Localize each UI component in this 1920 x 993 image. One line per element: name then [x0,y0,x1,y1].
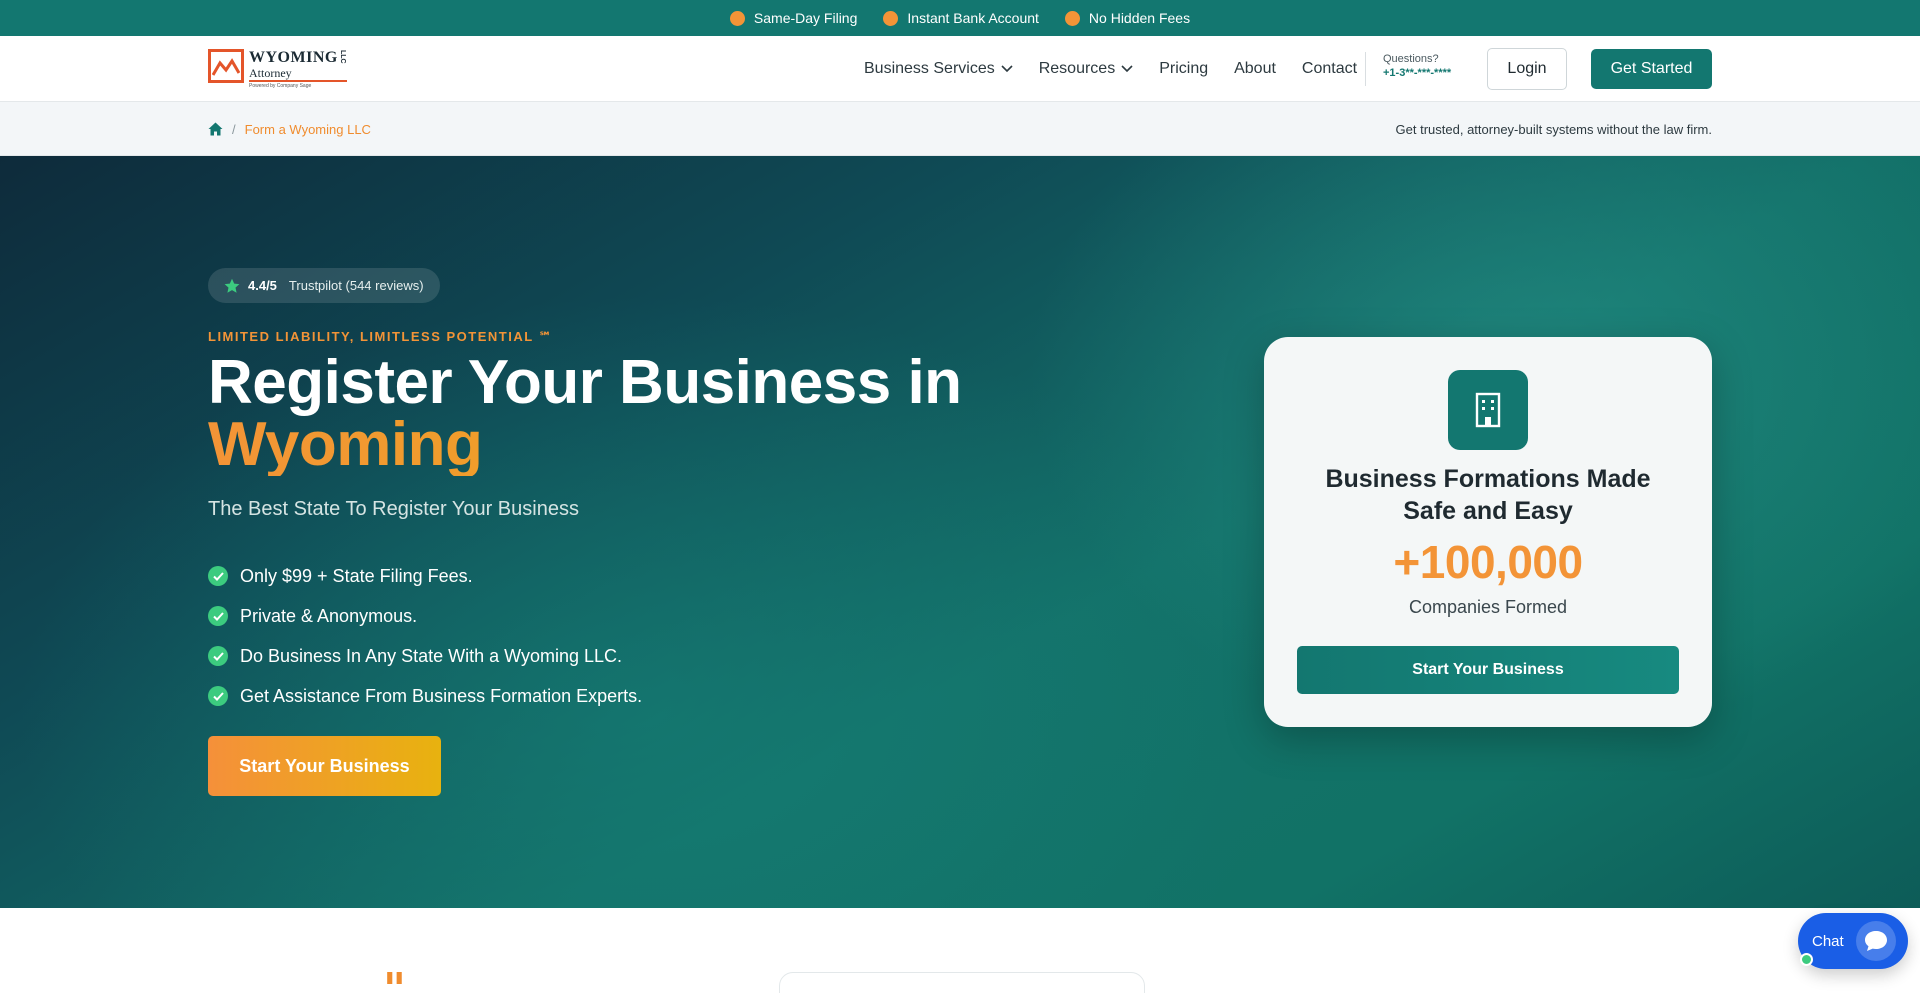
logo-title: WYOMING [249,49,338,66]
breadcrumb-separator: / [232,121,236,137]
benefit-item: Private & Anonymous. [208,596,642,636]
nav-label: Pricing [1159,60,1209,77]
login-button[interactable]: Login [1487,48,1567,90]
online-status-dot [1800,953,1813,966]
nav-label: Business Services [864,60,995,77]
site-logo[interactable]: WYOMING LLC Attorney Powered by Company … [208,47,348,91]
hero-subhead: The Best State To Register Your Business [208,498,579,520]
benefit-text: Get Assistance From Business Formation E… [240,685,643,706]
perk-same-day-filing: Same-Day Filing [729,10,858,26]
nav-pricing[interactable]: Pricing [1159,60,1208,78]
logo-tagline: Powered by Company Sage [249,83,312,89]
companies-formed-label: Companies Formed [1408,597,1568,617]
main-nav: Business Services Resources Pricing Abou… [864,36,1357,102]
get-started-button[interactable]: Get Started [1591,49,1712,89]
benefit-item: Only $99 + State Filing Fees. [208,556,642,596]
chat-bubble-icon [1855,921,1896,961]
logo-llc: LLC [339,50,346,64]
card-start-business-button[interactable]: Start Your Business [1297,646,1679,694]
benefit-text: Only $99 + State Filing Fees. [240,565,473,586]
benefit-list: Only $99 + State Filing Fees. Private & … [208,556,642,716]
benefit-item: Do Business In Any State With a Wyoming … [208,636,642,676]
formation-card: Business Formations Made Safe and Easy +… [1264,337,1712,727]
card-title: Business Formations Made Safe and Easy [1325,465,1651,525]
orange-dot-icon [883,10,899,26]
chevron-down-icon [1001,65,1013,73]
orange-dot-icon [1064,10,1080,26]
quote-mark: " [383,964,406,993]
announcement-bar: Same-Day Filing Instant Bank Account No … [0,0,1920,36]
logo-underline [249,80,347,82]
nav-label: Contact [1301,60,1358,77]
breadcrumb: / Form a Wyoming LLC [208,102,371,156]
headline-accent: Wyoming [208,414,1108,476]
orange-dot-icon [729,10,745,26]
nav-contact[interactable]: Contact [1302,60,1357,78]
nav-label: Resources [1038,60,1116,77]
nav-about[interactable]: About [1234,60,1276,78]
home-icon[interactable] [208,122,223,136]
benefit-text: Do Business In Any State With a Wyoming … [240,645,623,666]
questions-label: Questions? [1383,53,1439,65]
nav-resources[interactable]: Resources [1039,60,1133,78]
check-circle-icon [208,646,228,666]
breadcrumb-bar: / Form a Wyoming LLC Get trusted, attorn… [0,102,1920,156]
chat-label: Chat [1812,932,1844,950]
perk-instant-bank-account: Instant Bank Account [883,10,1039,26]
start-your-business-button[interactable]: Start Your Business [208,736,441,796]
nav-label: About [1234,60,1276,77]
perk-label: No Hidden Fees [1088,10,1191,26]
rating-source: Trustpilot (544 reviews) [288,278,424,293]
check-circle-icon [208,566,228,586]
benefit-text: Private & Anonymous. [240,605,418,626]
check-circle-icon [208,606,228,626]
hero-headline: Register Your Business in Wyoming [208,352,1108,476]
logo-mark-icon [208,49,244,83]
building-icon [1448,370,1528,450]
trustpilot-rating[interactable]: 4.4/5 Trustpilot (544 reviews) [208,268,440,303]
benefit-item: Get Assistance From Business Formation E… [208,676,642,716]
logo-subtitle: Attorney [249,66,292,80]
perk-label: Instant Bank Account [907,10,1039,26]
check-circle-icon [208,686,228,706]
nav-business-services[interactable]: Business Services [864,60,1013,78]
nav-divider [1365,52,1366,86]
perk-label: Same-Day Filing [753,10,858,26]
hero-eyebrow: LIMITED LIABILITY, LIMITLESS POTENTIAL ℠ [208,329,554,344]
chevron-down-icon [1121,65,1133,73]
rating-score: 4.4/5 [248,278,277,293]
site-header: WYOMING LLC Attorney Powered by Company … [0,36,1920,102]
chat-widget-button[interactable]: Chat [1798,913,1908,969]
companies-formed-count: +100,000 [1393,536,1583,588]
breadcrumb-tagline: Get trusted, attorney-built systems with… [1395,121,1712,137]
testimonial-section: " [0,908,1920,993]
testimonial-card [779,972,1145,993]
headline-line1: Register Your Business in [208,348,962,417]
phone-link[interactable]: +1-3**-***-**** [1383,67,1451,79]
hero-section: 4.4/5 Trustpilot (544 reviews) LIMITED L… [0,156,1920,908]
perk-no-hidden-fees: No Hidden Fees [1064,10,1191,26]
questions-contact: Questions? +1-3**-***-**** [1383,53,1451,79]
star-icon [224,278,240,293]
breadcrumb-current: Form a Wyoming LLC [244,121,371,137]
